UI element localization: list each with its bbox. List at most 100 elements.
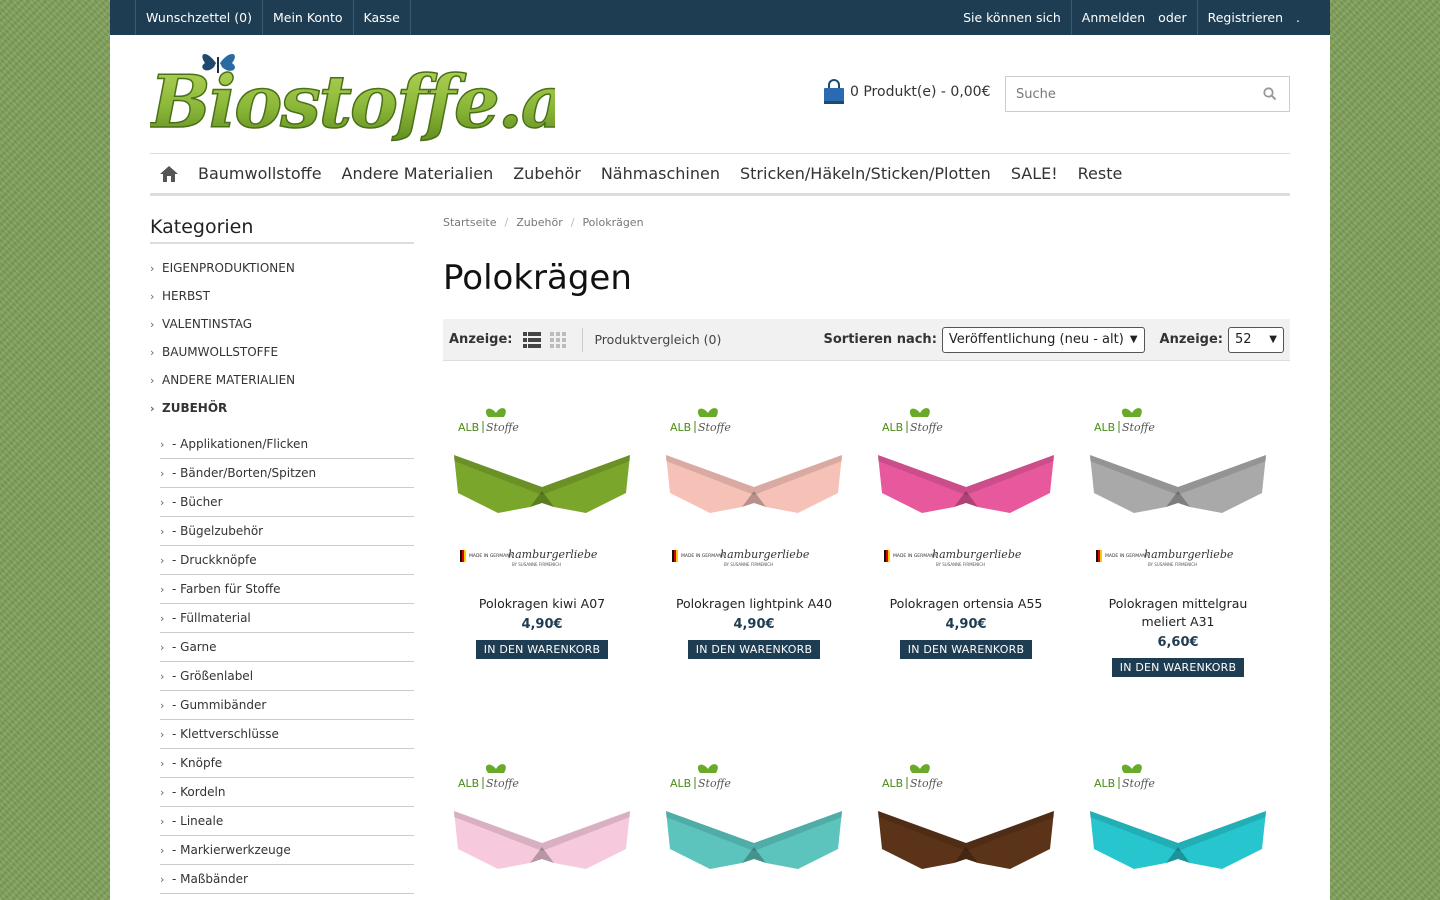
category-label: ZUBEHÖR — [162, 401, 228, 415]
nav-item-zubehoer[interactable]: Zubehör — [503, 164, 591, 183]
sort-label: Sortieren nach: — [823, 332, 937, 347]
product-compare-link[interactable]: Produktvergleich (0) — [582, 327, 721, 352]
subcategory-item[interactable]: › - Bügelzubehör — [160, 517, 414, 546]
subcategory-label: - Knöpfe — [172, 756, 223, 770]
checkout-link[interactable]: Kasse — [354, 0, 411, 35]
subcategory-list: › - Applikationen/Flicken › - Bänder/Borten… — [150, 430, 414, 894]
top-bar-left: Wunschzettel (0) Mein Konto Kasse — [135, 0, 411, 35]
product-price: 6,60€ — [1157, 635, 1199, 650]
product-name[interactable]: Polokragen kiwi A07 — [443, 595, 641, 613]
wishlist-link[interactable]: Wunschzettel (0) — [135, 0, 263, 35]
chevron-right-icon: › — [160, 727, 165, 741]
add-to-cart-button[interactable]: IN DEN WARENKORB — [1111, 658, 1245, 677]
home-icon — [160, 165, 178, 182]
list-view-button[interactable] — [522, 331, 542, 349]
cart-text: 0 Produkt(e) - 0,00€ — [850, 84, 991, 100]
subcategory-item[interactable]: › - Gummibänder — [160, 691, 414, 720]
product-image[interactable]: ALB Stoffe MADE IN GERMANY hamburgerliebe BY… — [450, 391, 634, 581]
breadcrumb-zubehoer[interactable]: Zubehör — [516, 216, 562, 229]
leaf-icon — [909, 408, 930, 417]
login-link[interactable]: Anmelden — [1072, 0, 1150, 35]
subcategory-label: - Druckknöpfe — [172, 553, 257, 567]
nav-item-andere-materialien[interactable]: Andere Materialien — [332, 164, 504, 183]
subcategory-item[interactable]: › - Klettverschlüsse — [160, 720, 414, 749]
product-card: ALB Stoffe MADE IN GERMANY hamburgerliebe BY… — [1079, 391, 1277, 677]
chevron-right-icon: › — [150, 345, 155, 359]
grid-view-icon — [550, 331, 567, 348]
nav-item-naehmaschinen[interactable]: Nähmaschinen — [591, 164, 730, 183]
product-price: 4,90€ — [733, 617, 775, 632]
svg-text:Stoffe: Stoffe — [910, 777, 943, 790]
product-image[interactable]: ALB Stoffe — [662, 747, 846, 900]
register-link[interactable]: Registrieren — [1198, 0, 1288, 35]
product-image[interactable]: ALB Stoffe MADE IN GERMANY hamburgerliebe BY… — [874, 391, 1058, 581]
category-item[interactable]: › BAUMWOLLSTOFFE — [150, 338, 414, 366]
subcategory-item[interactable]: › - Bücher — [160, 488, 414, 517]
my-account-link[interactable]: Mein Konto — [263, 0, 354, 35]
cart-summary[interactable]: 0 Produkt(e) - 0,00€ — [823, 79, 991, 105]
subcategory-item[interactable]: › - Größenlabel — [160, 662, 414, 691]
add-to-cart-button[interactable]: IN DEN WARENKORB — [899, 640, 1033, 659]
leaf-icon — [909, 764, 930, 773]
svg-text:hamburgerliebe: hamburgerliebe — [1144, 548, 1234, 561]
chevron-right-icon: › — [160, 553, 165, 567]
search-input[interactable] — [1006, 86, 1251, 102]
product-name[interactable]: Polokragen mittelgrau meliert A31 — [1079, 595, 1277, 631]
subcategory-item[interactable]: › - Farben für Stoffe — [160, 575, 414, 604]
subcategory-item[interactable]: › - Maßbänder — [160, 865, 414, 894]
limit-label: Anzeige: — [1159, 332, 1223, 347]
nav-item-stricken[interactable]: Stricken/Häkeln/Sticken/Plotten — [730, 164, 1001, 183]
leaf-icon — [1121, 764, 1142, 773]
product-image[interactable]: ALB Stoffe — [1086, 747, 1270, 900]
category-item[interactable]: › HERBST — [150, 282, 414, 310]
add-to-cart-button[interactable]: IN DEN WARENKORB — [475, 640, 609, 659]
subcategory-item[interactable]: › - Knöpfe — [160, 749, 414, 778]
site-logo[interactable]: Biostoffe.at — [147, 47, 601, 145]
subcategory-item[interactable]: › - Markierwerkzeuge — [160, 836, 414, 865]
category-item[interactable]: › ANDERE MATERIALIEN — [150, 366, 414, 394]
svg-text:ALB: ALB — [670, 777, 691, 790]
category-item[interactable]: › VALENTINSTAG — [150, 310, 414, 338]
limit-select[interactable]: 52 ▼ — [1228, 326, 1284, 353]
subcategory-item[interactable]: › - Garne — [160, 633, 414, 662]
svg-text:BY SUSANNE FIRMENICH: BY SUSANNE FIRMENICH — [724, 562, 773, 567]
search-button[interactable] — [1251, 77, 1289, 111]
category-item[interactable]: › EIGENPRODUKTIONEN — [150, 254, 414, 282]
chevron-right-icon: › — [160, 872, 165, 886]
product-card: ALB Stoffe — [867, 747, 1065, 900]
chevron-right-icon: › — [160, 814, 165, 828]
subcategory-item[interactable]: › - Druckknöpfe — [160, 546, 414, 575]
subcategory-item[interactable]: › - Kordeln — [160, 778, 414, 807]
category-item-active[interactable]: › ZUBEHÖR — [150, 394, 414, 422]
product-name[interactable]: Polokragen lightpink A40 — [655, 595, 853, 613]
product-image[interactable]: ALB Stoffe MADE IN GERMANY hamburgerliebe BY… — [662, 391, 846, 581]
chevron-right-icon: › — [160, 756, 165, 770]
sort-select[interactable]: Veröffentlichung (neu - alt) ▼ — [941, 326, 1145, 353]
product-image[interactable]: ALB Stoffe MADE IN GERMANY hamburgerliebe BY… — [1086, 391, 1270, 581]
nav-item-sale[interactable]: SALE! — [1001, 164, 1068, 183]
product-name[interactable]: Polokragen ortensia A55 — [867, 595, 1065, 613]
chevron-right-icon: › — [160, 640, 165, 654]
breadcrumb-current[interactable]: Polokrägen — [582, 216, 643, 229]
search-icon — [1263, 87, 1277, 101]
grid-view-button[interactable] — [548, 331, 568, 349]
nav-item-baumwollstoffe[interactable]: Baumwollstoffe — [188, 164, 332, 183]
category-label: BAUMWOLLSTOFFE — [162, 345, 279, 359]
product-image[interactable]: ALB Stoffe — [874, 747, 1058, 900]
svg-text:Stoffe: Stoffe — [1122, 421, 1155, 434]
breadcrumb-home[interactable]: Startseite — [443, 216, 497, 229]
subcategory-item[interactable]: › - Bänder/Borten/Spitzen — [160, 459, 414, 488]
subcategory-item[interactable]: › - Applikationen/Flicken — [160, 430, 414, 459]
svg-text:BY SUSANNE FIRMENICH: BY SUSANNE FIRMENICH — [1148, 562, 1197, 567]
add-to-cart-button[interactable]: IN DEN WARENKORB — [687, 640, 821, 659]
svg-text:MADE IN GERMANY: MADE IN GERMANY — [681, 553, 725, 559]
home-button[interactable] — [150, 154, 188, 194]
subcategory-label: - Füllmaterial — [172, 611, 251, 625]
chevron-right-icon: › — [160, 524, 165, 538]
chevron-right-icon: › — [150, 261, 155, 275]
subcategory-item[interactable]: › - Füllmaterial — [160, 604, 414, 633]
nav-item-reste[interactable]: Reste — [1068, 164, 1133, 183]
category-label: ANDERE MATERIALIEN — [162, 373, 296, 387]
product-image[interactable]: ALB Stoffe — [450, 747, 634, 900]
subcategory-item[interactable]: › - Lineale — [160, 807, 414, 836]
